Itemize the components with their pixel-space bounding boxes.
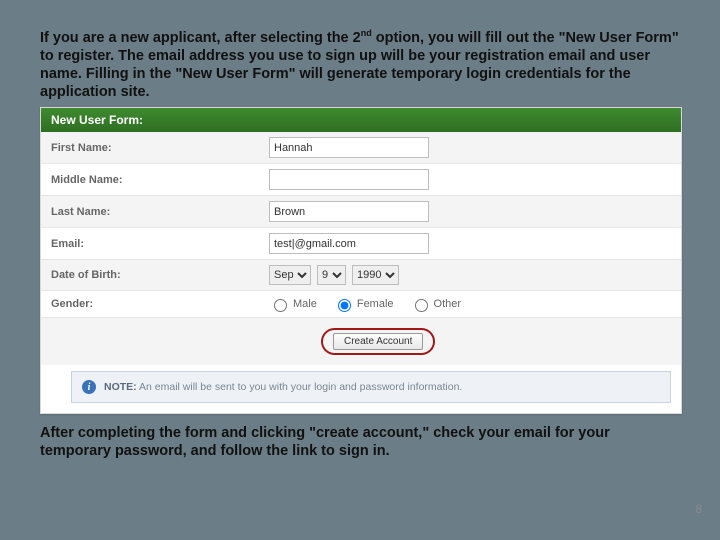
note-label: NOTE: — [104, 381, 137, 393]
intro-paragraph: If you are a new applicant, after select… — [40, 28, 680, 101]
dob-year-select[interactable]: 1990 — [352, 265, 399, 285]
middle-name-input[interactable] — [269, 169, 429, 190]
form-title: New User Form: — [41, 108, 681, 132]
new-user-form-panel: New User Form: First Name: Middle Name: … — [40, 107, 682, 414]
gender-option-male[interactable]: Male — [269, 296, 317, 312]
gender-radio-female[interactable] — [338, 299, 351, 312]
label-last-name: Last Name: — [41, 199, 261, 225]
last-name-input[interactable] — [269, 201, 429, 222]
dob-day-select[interactable]: 9 — [317, 265, 346, 285]
gender-option-female[interactable]: Female — [333, 296, 394, 312]
gender-option-other[interactable]: Other — [410, 296, 462, 312]
label-first-name: First Name: — [41, 135, 261, 161]
gender-radio-other[interactable] — [415, 299, 428, 312]
email-input[interactable] — [269, 233, 429, 254]
label-gender: Gender: — [41, 291, 261, 317]
outro-paragraph: After completing the form and clicking "… — [40, 424, 680, 460]
first-name-input[interactable] — [269, 137, 429, 158]
dob-month-select[interactable]: Sep — [269, 265, 311, 285]
create-account-button[interactable]: Create Account — [333, 333, 423, 350]
gender-radio-male[interactable] — [274, 299, 287, 312]
label-email: Email: — [41, 231, 261, 257]
label-middle-name: Middle Name: — [41, 167, 261, 193]
info-icon: i — [82, 380, 96, 394]
label-dob: Date of Birth: — [41, 262, 261, 288]
note-box: i NOTE: An email will be sent to you wit… — [71, 371, 671, 403]
create-account-highlight: Create Account — [321, 328, 435, 355]
page-number: 8 — [695, 502, 702, 516]
note-text: An email will be sent to you with your l… — [139, 381, 462, 393]
